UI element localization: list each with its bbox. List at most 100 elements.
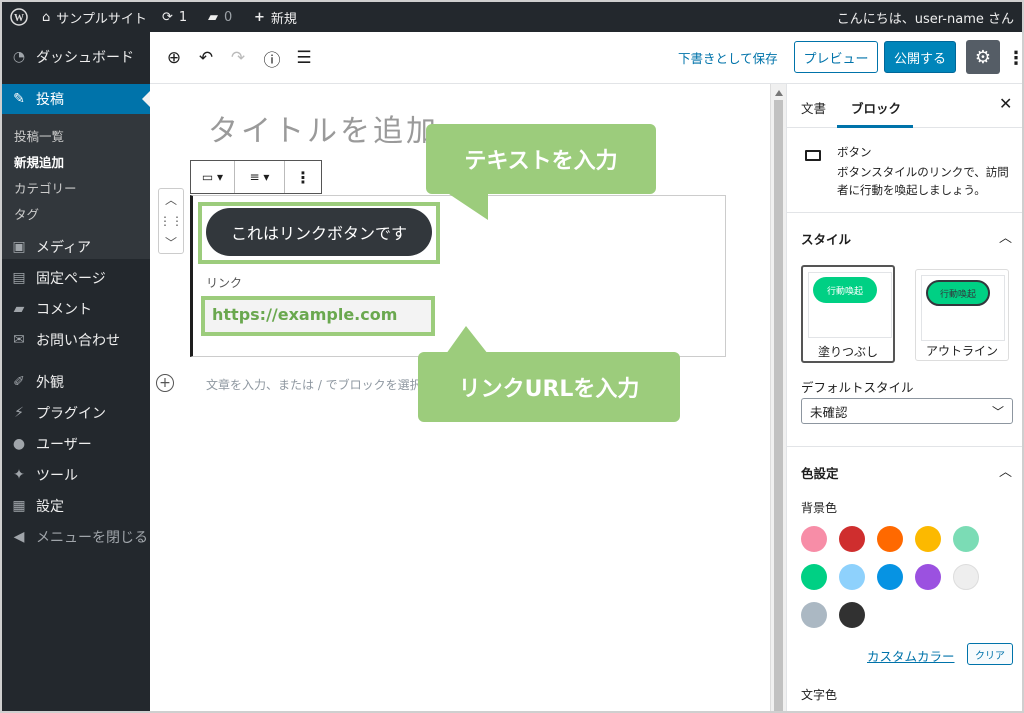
new-content-link[interactable]: + 新規 — [254, 2, 297, 32]
sidebar-item-plugins[interactable]: ⚡ プラグイン — [2, 398, 150, 428]
chevron-up-icon[interactable]: ︿ — [999, 227, 1012, 246]
wrench-icon: ✦ — [13, 467, 25, 483]
styles-title[interactable]: スタイル — [801, 229, 851, 248]
window: W ⌂ サンプルサイト ⟳ 1 ▰ 0 + 新規 こんにちは、user-name… — [0, 0, 1024, 713]
scroll-up-icon[interactable] — [775, 90, 783, 96]
color-swatch[interactable] — [839, 602, 865, 628]
settings-icon: ▦ — [12, 498, 26, 514]
color-swatch[interactable] — [839, 526, 865, 552]
sidebar-item-contact[interactable]: ✉ お問い合わせ — [2, 325, 150, 355]
default-style-label: デフォルトスタイル — [801, 380, 914, 395]
color-swatch[interactable] — [877, 526, 903, 552]
tab-block[interactable]: ブロック — [851, 98, 901, 117]
color-swatch[interactable] — [915, 564, 941, 590]
chevron-up-icon[interactable]: ︿ — [999, 461, 1012, 480]
inline-add-block-icon[interactable]: + — [156, 374, 174, 392]
scroll-thumb[interactable] — [774, 100, 783, 711]
sidebar-item-posts[interactable]: ✎ 投稿 — [2, 84, 150, 114]
settings-gear-icon[interactable]: ⚙ — [966, 40, 1000, 74]
style-option-fill[interactable]: 行動喚起 塗りつぶし — [801, 265, 895, 363]
admin-sidebar: ◔ ダッシュボード ✎ 投稿 投稿一覧 新規追加 カテゴリー タグ ▣ メディア… — [2, 32, 150, 711]
chevron-down-icon: ﹀ — [991, 405, 1004, 419]
sidebar-item-appearance[interactable]: ✐ 外観 — [2, 367, 150, 397]
block-toolbar: ▭ ▾ ≡ ▾ ⋮ — [190, 160, 322, 194]
color-swatch[interactable] — [801, 526, 827, 552]
style-option-outline[interactable]: 行動喚起 アウトライン — [915, 269, 1009, 361]
color-swatch[interactable] — [839, 564, 865, 590]
post-title-input[interactable]: タイトルを追加 — [208, 106, 439, 150]
color-swatch[interactable] — [877, 564, 903, 590]
style-fill-preview: 行動喚起 — [813, 277, 877, 303]
color-swatch[interactable] — [915, 526, 941, 552]
drag-handle-icon[interactable]: ⋮⋮ — [159, 214, 183, 228]
align-dropdown[interactable]: ≡ ▾ — [235, 161, 285, 193]
move-up-icon[interactable]: ︿ — [165, 191, 177, 208]
paragraph-placeholder[interactable]: 文章を入力、または / でブロックを選択 — [206, 376, 446, 393]
redo-icon[interactable]: ↷ — [226, 46, 250, 70]
mail-icon: ✉ — [13, 332, 25, 348]
style-fill-label: 塗りつぶし — [817, 345, 879, 359]
block-more-icon[interactable]: ⋮ — [285, 161, 321, 193]
dashboard-icon: ◔ — [12, 49, 26, 65]
settings-panel: 文書 ブロック ✕ ボタン ボタンスタイルのリンクで、訪問者に行動を喚起しましょ… — [786, 84, 1022, 711]
more-options-icon[interactable]: ⋮ — [1007, 44, 1022, 72]
preview-button[interactable]: プレビュー — [794, 41, 878, 73]
clear-color-button[interactable]: クリア — [967, 643, 1013, 665]
move-down-icon[interactable]: ﹀ — [165, 234, 177, 251]
color-swatch[interactable] — [801, 564, 827, 590]
tab-document[interactable]: 文書 — [801, 98, 826, 117]
info-icon[interactable]: ⓘ — [260, 46, 284, 71]
svg-text:W: W — [14, 13, 24, 24]
submenu-add-new[interactable]: 新規追加 — [14, 152, 64, 171]
undo-icon[interactable]: ↶ — [194, 46, 218, 70]
editor-canvas: タイトルを追加 ▭ ▾ ≡ ▾ ⋮ ︿ ⋮⋮ ﹀ これはリンクボタンです リンク… — [150, 84, 770, 711]
color-settings-title[interactable]: 色設定 — [801, 463, 839, 482]
home-icon: ⌂ — [42, 9, 51, 25]
collapse-icon: ◀ — [13, 529, 25, 545]
comments-link[interactable]: ▰ 0 — [208, 2, 232, 32]
background-color-label: 背景色 — [801, 501, 838, 515]
brush-icon: ✐ — [13, 374, 25, 390]
color-swatch[interactable] — [953, 564, 979, 590]
media-icon: ▣ — [12, 239, 26, 255]
panel-tabs: 文書 ブロック ✕ — [787, 84, 1022, 128]
publish-button[interactable]: 公開する — [884, 41, 956, 73]
style-outline-label: アウトライン — [925, 344, 998, 358]
collapse-menu-button[interactable]: ◀ メニューを閉じる — [2, 522, 150, 552]
site-name-link[interactable]: ⌂ サンプルサイト — [42, 2, 147, 32]
style-outline-preview: 行動喚起 — [926, 280, 990, 306]
editor-scrollbar[interactable] — [770, 84, 786, 711]
sidebar-item-media[interactable]: ▣ メディア — [2, 232, 150, 262]
submenu-categories[interactable]: カテゴリー — [14, 178, 77, 197]
close-panel-icon[interactable]: ✕ — [999, 94, 1012, 113]
sidebar-item-users[interactable]: ● ユーザー — [2, 429, 150, 459]
color-swatch[interactable] — [953, 526, 979, 552]
default-style-select[interactable]: 未確認 ﹀ — [801, 398, 1013, 424]
block-type-switcher[interactable]: ▭ ▾ — [191, 161, 235, 193]
sidebar-item-comments[interactable]: ▰ コメント — [2, 294, 150, 324]
link-url-input[interactable]: https://example.com — [212, 305, 397, 324]
block-description: ボタンスタイルのリンクで、訪問者に行動を喚起しましょう。 — [837, 165, 1009, 197]
sidebar-item-pages[interactable]: ▤ 固定ページ — [2, 263, 150, 293]
block-name: ボタン — [837, 145, 872, 159]
text-color-label: 文字色 — [801, 688, 838, 702]
submenu-tags[interactable]: タグ — [14, 204, 39, 223]
link-label: リンク — [206, 276, 243, 290]
editor-toolbar: ⊕ ↶ ↷ ⓘ ☰ 下書きとして保存 プレビュー 公開する ⚙ ⋮ — [150, 32, 1022, 84]
admin-bar: W ⌂ サンプルサイト ⟳ 1 ▰ 0 + 新規 こんにちは、user-name… — [2, 2, 1022, 32]
updates-link[interactable]: ⟳ 1 — [162, 2, 187, 32]
callout-enter-text: テキストを入力 — [426, 124, 656, 220]
save-draft-link[interactable]: 下書きとして保存 — [678, 48, 778, 67]
custom-color-link[interactable]: カスタムカラー — [867, 646, 955, 665]
sidebar-item-dashboard[interactable]: ◔ ダッシュボード — [2, 42, 150, 72]
add-block-icon[interactable]: ⊕ — [162, 46, 186, 70]
link-button-text[interactable]: これはリンクボタンです — [206, 208, 432, 256]
color-swatch[interactable] — [801, 602, 827, 628]
wordpress-logo-icon[interactable]: W — [10, 2, 28, 32]
sidebar-item-tools[interactable]: ✦ ツール — [2, 460, 150, 490]
submenu-all-posts[interactable]: 投稿一覧 — [14, 126, 64, 145]
active-tab-indicator — [837, 125, 913, 128]
account-greeting[interactable]: こんにちは、user-name さん — [837, 2, 1014, 32]
sidebar-item-settings[interactable]: ▦ 設定 — [2, 491, 150, 521]
outline-list-icon[interactable]: ☰ — [292, 46, 316, 70]
